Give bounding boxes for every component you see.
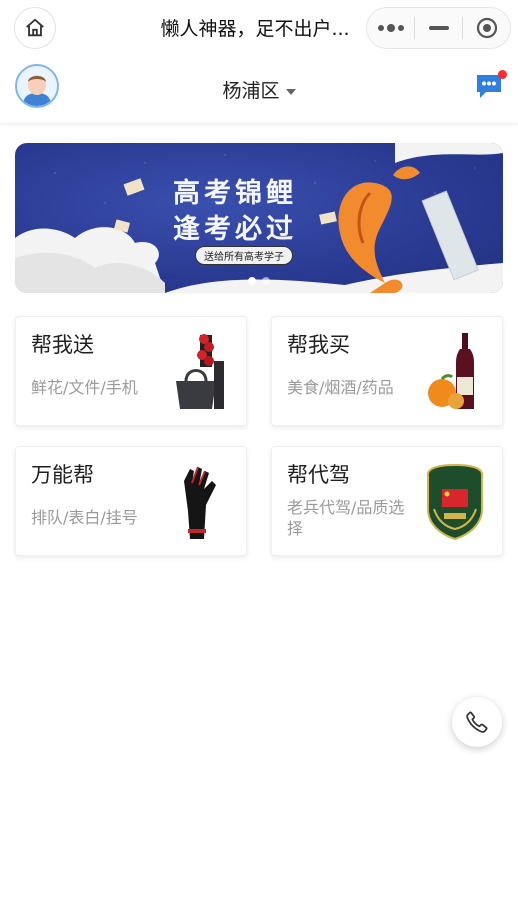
service-card-deliver[interactable]: 帮我送 鲜花/文件/手机 — [15, 316, 247, 426]
call-button[interactable] — [452, 697, 502, 747]
service-title: 帮代驾 — [287, 463, 350, 487]
home-button[interactable] — [14, 7, 56, 49]
banner-headline-1: 高考锦鲤 — [173, 178, 297, 209]
banner-tag: 送给所有高考学子 — [195, 246, 293, 265]
service-subtitle: 美食/烟酒/药品 — [287, 378, 394, 397]
district-label: 杨浦区 — [222, 80, 280, 102]
phone-icon — [466, 711, 488, 733]
service-title: 帮我买 — [287, 333, 350, 357]
app-title: 懒人神器，足不出户... — [160, 18, 350, 40]
service-title: 万能帮 — [31, 463, 94, 487]
carousel-dot[interactable] — [262, 277, 270, 285]
home-icon — [26, 18, 44, 37]
promo-banner[interactable]: 高考锦鲤 逢考必过 送给所有高考学子 — [15, 143, 503, 293]
carousel-dots — [15, 270, 503, 289]
service-title: 帮我送 — [31, 333, 94, 357]
service-card-driver[interactable]: 帮代驾 老兵代驾/品质选择 — [271, 446, 503, 556]
gloves-image — [184, 466, 216, 539]
service-card-buy[interactable]: 帮我买 美食/烟酒/药品 — [271, 316, 503, 426]
more-button[interactable] — [367, 8, 414, 48]
capsule-menu — [366, 7, 511, 49]
mini-program-navbar: 懒人神器，足不出户... — [0, 0, 518, 56]
veteran-badge-image — [427, 463, 483, 541]
target-circle-icon — [476, 17, 497, 39]
minimize-button[interactable] — [415, 8, 462, 48]
wine-orange-image — [428, 333, 474, 409]
more-dots-icon — [377, 24, 404, 32]
minimize-icon — [428, 26, 449, 30]
banner-headline-2: 逢考必过 — [173, 214, 297, 245]
flowers-bag-image — [176, 334, 224, 409]
caret-down-icon — [285, 88, 296, 95]
service-subtitle: 排队/表白/挂号 — [31, 508, 138, 527]
service-subtitle: 鲜花/文件/手机 — [31, 378, 138, 397]
district-selector[interactable]: 杨浦区 — [0, 76, 518, 103]
message-badge — [498, 70, 507, 79]
page-header: 杨浦区 — [0, 56, 518, 124]
close-button[interactable] — [463, 8, 510, 48]
service-card-universal[interactable]: 万能帮 排队/表白/挂号 — [15, 446, 247, 556]
carousel-dot[interactable] — [248, 277, 256, 285]
service-subtitle: 老兵代驾/品质选择 — [287, 498, 405, 538]
